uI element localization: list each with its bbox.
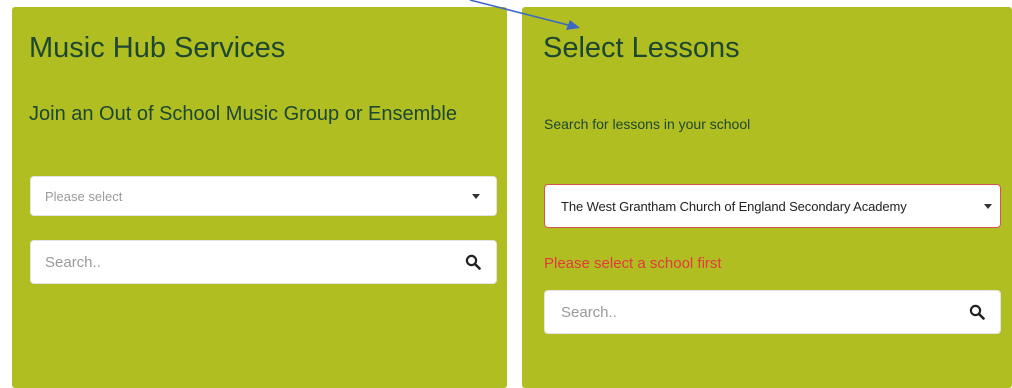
school-select[interactable]: The West Grantham Church of England Seco…	[544, 184, 1001, 228]
lessons-search-hint: Search for lessons in your school	[544, 116, 751, 132]
music-hub-subtitle: Join an Out of School Music Group or Ens…	[29, 103, 457, 125]
music-hub-search-input[interactable]	[45, 253, 462, 271]
school-error-message: Please select a school first	[544, 255, 722, 272]
music-hub-title: Music Hub Services	[29, 32, 286, 64]
school-select-value: The West Grantham Church of England Seco…	[561, 198, 907, 214]
search-icon[interactable]	[462, 251, 484, 273]
music-hub-panel: Music Hub Services Join an Out of School…	[12, 7, 507, 388]
caret-down-icon	[984, 203, 992, 209]
caret-down-icon	[472, 193, 480, 199]
search-icon[interactable]	[966, 301, 988, 323]
music-hub-search-box	[30, 240, 497, 284]
lessons-search-box	[544, 290, 1001, 334]
music-group-select-value: Please select	[45, 188, 123, 204]
lessons-search-input[interactable]	[561, 303, 966, 321]
select-lessons-panel: Select Lessons Search for lessons in you…	[522, 7, 1012, 388]
music-group-select[interactable]: Please select	[30, 176, 497, 216]
select-lessons-title: Select Lessons	[543, 32, 740, 64]
page: Music Hub Services Join an Out of School…	[0, 0, 1012, 388]
